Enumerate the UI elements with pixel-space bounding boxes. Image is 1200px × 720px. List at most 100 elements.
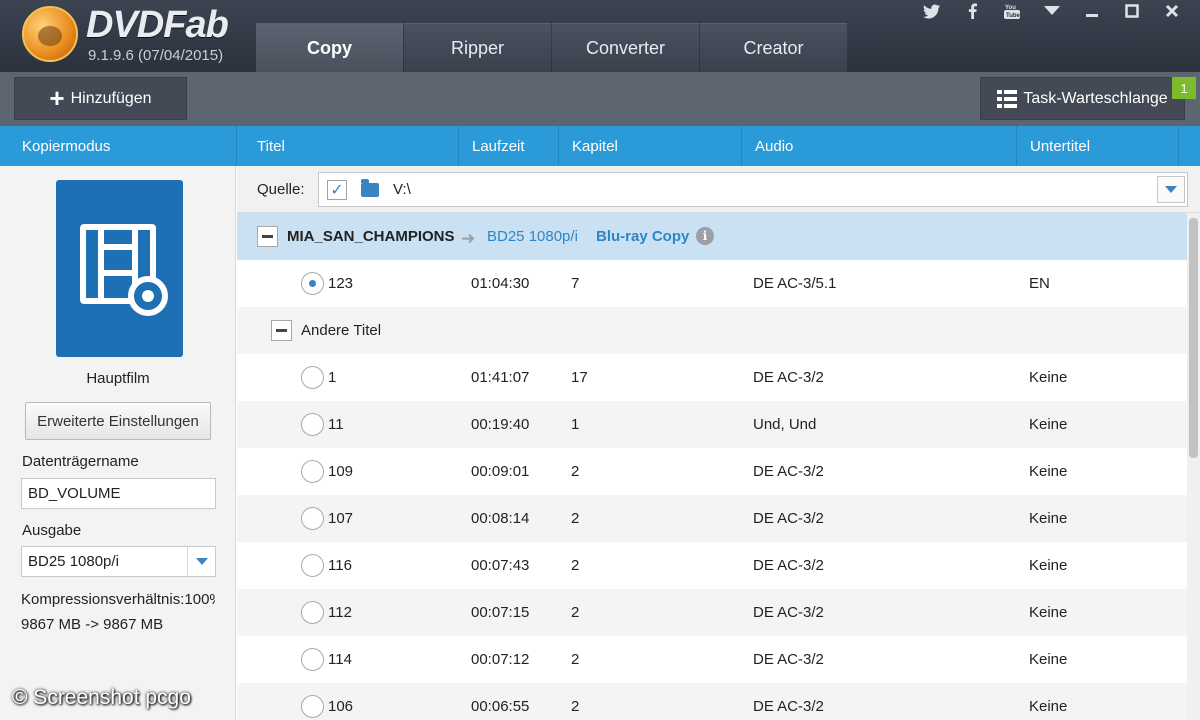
advanced-settings-button[interactable]: Erweiterte Einstellungen [25, 402, 211, 440]
table-row[interactable]: 116 00:07:43 2 DE AC-3/2 Keine [237, 542, 1187, 589]
twitter-icon[interactable] [914, 0, 950, 22]
title-number: 1 [328, 369, 337, 386]
header-copy-mode: Kopiermodus [22, 137, 111, 155]
maximize-icon[interactable] [1114, 0, 1150, 22]
table-row[interactable]: 114 00:07:12 2 DE AC-3/2 Keine [237, 636, 1187, 683]
table-row[interactable]: 1 01:41:07 17 DE AC-3/2 Keine [237, 354, 1187, 401]
title-runtime: 00:06:55 [471, 698, 530, 715]
svg-text:Tube: Tube [1006, 13, 1021, 19]
title-number: 123 [328, 275, 354, 292]
tab-creator[interactable]: Creator [700, 23, 847, 72]
add-button[interactable]: + Hinzufügen [14, 77, 187, 120]
close-icon[interactable] [1154, 0, 1190, 22]
output-label: Ausgabe [22, 522, 82, 539]
facebook-icon[interactable] [954, 0, 990, 22]
title-radio[interactable] [301, 648, 324, 671]
collapse-group-button[interactable] [271, 320, 292, 341]
disc-icon [128, 276, 168, 316]
source-label: Quelle: [257, 181, 305, 198]
title-bar: DVDFab 9.1.9.6 (07/04/2015) Copy Ripper … [0, 0, 1200, 72]
title-radio[interactable] [301, 601, 324, 624]
title-number: 116 [328, 557, 352, 574]
title-radio[interactable] [301, 366, 324, 389]
collapse-disc-button[interactable] [257, 226, 278, 247]
tab-copy[interactable]: Copy [256, 23, 403, 72]
title-subtitles[interactable]: Keine [1029, 604, 1067, 621]
output-value: BD25 1080p/i [28, 553, 119, 570]
output-select[interactable]: BD25 1080p/i [21, 546, 216, 577]
chevron-down-icon[interactable] [1157, 176, 1185, 203]
header-chapters[interactable]: Kapitel [558, 126, 741, 166]
table-row[interactable]: 109 00:09:01 2 DE AC-3/2 Keine [237, 448, 1187, 495]
table-row[interactable]: 106 00:06:55 2 DE AC-3/2 Keine [237, 683, 1187, 720]
table-row[interactable]: 107 00:08:14 2 DE AC-3/2 Keine [237, 495, 1187, 542]
source-checkbox[interactable]: ✓ [327, 180, 347, 200]
title-subtitles[interactable]: EN [1029, 275, 1050, 292]
table-row[interactable]: 123 01:04:30 7 DE AC-3/5.1 EN [237, 260, 1187, 307]
title-audio[interactable]: DE AC-3/2 [753, 369, 824, 386]
disc-format[interactable]: BD25 1080p/i [487, 228, 578, 245]
copy-mode-name: Hauptfilm [86, 370, 150, 387]
title-subtitles[interactable]: Keine [1029, 463, 1067, 480]
info-icon[interactable]: i [696, 227, 714, 245]
copy-mode-card[interactable] [56, 180, 183, 357]
title-audio[interactable]: DE AC-3/2 [753, 651, 824, 668]
title-radio[interactable] [301, 695, 324, 718]
title-audio[interactable]: DE AC-3/2 [753, 698, 824, 715]
title-radio[interactable] [301, 554, 324, 577]
menu-dropdown-icon[interactable] [1034, 0, 1070, 22]
title-subtitles[interactable]: Keine [1029, 369, 1067, 386]
title-subtitles[interactable]: Keine [1029, 651, 1067, 668]
volume-name-input[interactable]: BD_VOLUME [21, 478, 216, 509]
title-runtime: 00:08:14 [471, 510, 530, 527]
column-header-bar: Kopiermodus Titel Laufzeit Kapitel Audio… [0, 126, 1200, 166]
title-radio[interactable] [301, 272, 324, 295]
title-audio[interactable]: DE AC-3/2 [753, 463, 824, 480]
app-logo [22, 6, 78, 62]
other-titles-group[interactable]: Andere Titel [237, 307, 1187, 354]
app-version: 9.1.9.6 (07/04/2015) [88, 47, 224, 64]
title-radio[interactable] [301, 507, 324, 530]
title-subtitles[interactable]: Keine [1029, 557, 1067, 574]
folder-icon[interactable] [361, 179, 379, 197]
youtube-icon[interactable]: You Tube [994, 0, 1030, 22]
title-runtime: 00:19:40 [471, 416, 530, 433]
title-subtitles[interactable]: Keine [1029, 510, 1067, 527]
vertical-scrollbar[interactable] [1187, 213, 1200, 720]
title-number: 107 [328, 510, 354, 527]
title-chapters: 2 [571, 557, 580, 574]
source-select[interactable]: ✓ V:\ [318, 172, 1188, 207]
title-radio[interactable] [301, 413, 324, 436]
volume-name-label: Datenträgername [22, 453, 139, 470]
title-audio[interactable]: DE AC-3/2 [753, 604, 824, 621]
title-chapters: 2 [571, 604, 580, 621]
source-path: V:\ [393, 181, 411, 198]
chevron-down-icon[interactable] [187, 547, 215, 576]
title-audio[interactable]: DE AC-3/2 [753, 510, 824, 527]
header-subtitles[interactable]: Untertitel [1016, 126, 1178, 166]
title-subtitles[interactable]: Keine [1029, 698, 1067, 715]
minimize-icon[interactable] [1074, 0, 1110, 22]
title-radio[interactable] [301, 460, 324, 483]
tab-ripper[interactable]: Ripper [404, 23, 551, 72]
tab-converter[interactable]: Converter [552, 23, 699, 72]
title-audio[interactable]: DE AC-3/5.1 [753, 275, 836, 292]
title-runtime: 01:41:07 [471, 369, 530, 386]
title-runtime: 00:07:43 [471, 557, 530, 574]
disc-copy-mode[interactable]: Blu-ray Copy [596, 228, 689, 245]
task-queue-label: Task-Warteschlange [1023, 89, 1168, 107]
task-queue-button[interactable]: Task-Warteschlange [980, 77, 1185, 120]
title-audio[interactable]: DE AC-3/2 [753, 557, 824, 574]
header-runtime[interactable]: Laufzeit [458, 126, 558, 166]
window-controls: You Tube [914, 0, 1190, 22]
title-runtime: 00:07:12 [471, 651, 530, 668]
table-row[interactable]: 11 00:19:40 1 Und, Und Keine [237, 401, 1187, 448]
header-audio[interactable]: Audio [741, 126, 1016, 166]
title-audio[interactable]: Und, Und [753, 416, 816, 433]
table-row[interactable]: 112 00:07:15 2 DE AC-3/2 Keine [237, 589, 1187, 636]
scrollbar-thumb[interactable] [1189, 218, 1198, 458]
header-title[interactable]: Titel [236, 126, 458, 166]
title-chapters: 2 [571, 698, 580, 715]
title-subtitles[interactable]: Keine [1029, 416, 1067, 433]
disc-row[interactable]: MIA_SAN_CHAMPIONS ➜ BD25 1080p/i Blu-ray… [237, 213, 1187, 260]
